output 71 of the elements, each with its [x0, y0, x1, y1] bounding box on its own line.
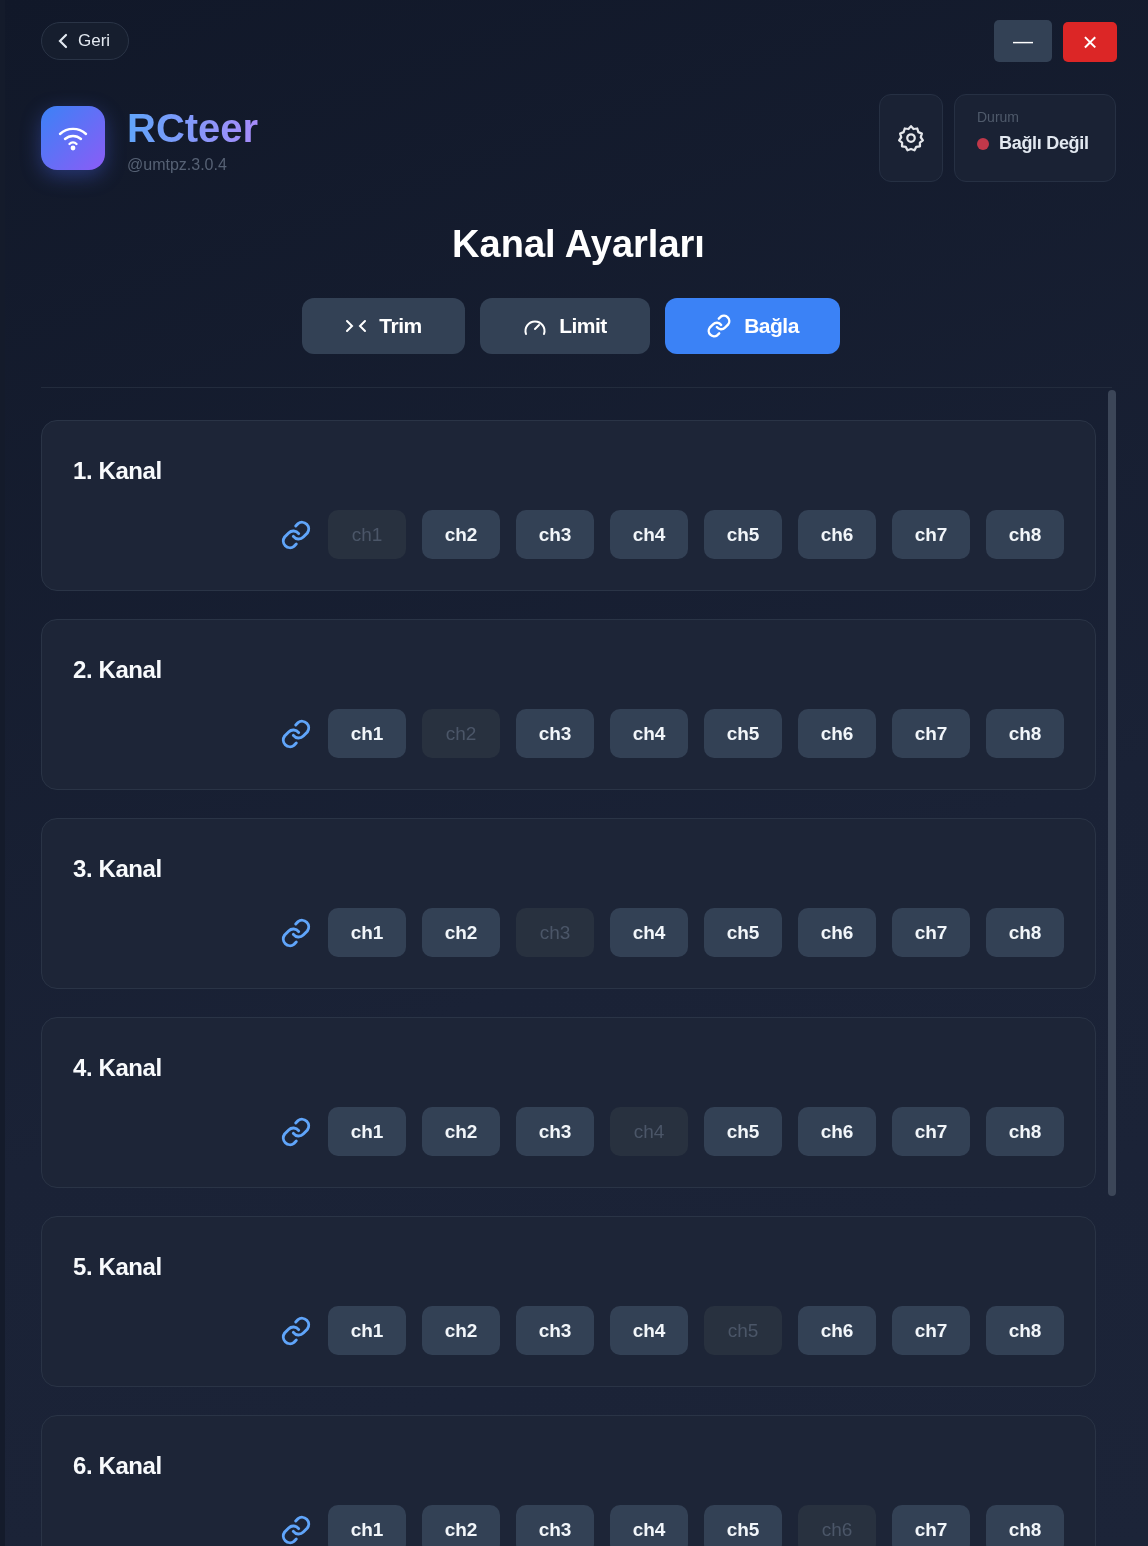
link-icon: [280, 1115, 312, 1148]
channel-chip[interactable]: ch2: [422, 1505, 500, 1546]
link-icon: [706, 313, 733, 339]
arrows-in-icon: [345, 318, 368, 334]
channel-title: 4. Kanal: [73, 1054, 163, 1082]
channel-chip[interactable]: ch8: [986, 709, 1064, 758]
link-icon: [280, 518, 312, 551]
channel-chip[interactable]: ch8: [986, 1306, 1064, 1355]
channel-chip[interactable]: ch5: [704, 1505, 782, 1546]
channel-chip[interactable]: ch2: [422, 1306, 500, 1355]
channel-title: 3. Kanal: [73, 855, 163, 883]
channel-title: 1. Kanal: [73, 457, 163, 485]
channel-chip[interactable]: ch1: [328, 908, 406, 957]
channel-chip[interactable]: ch7: [892, 1107, 970, 1156]
link-icon: [280, 1513, 312, 1546]
link-icon: [280, 1314, 312, 1347]
channel-chip[interactable]: ch4: [610, 510, 688, 559]
channel-title: 6. Kanal: [73, 1452, 163, 1480]
channel-chip[interactable]: ch3: [516, 1505, 594, 1546]
status-label: Durum: [977, 109, 1020, 125]
channel-chip[interactable]: ch3: [516, 1306, 594, 1355]
channel-chip[interactable]: ch8: [986, 1107, 1064, 1156]
channel-chip[interactable]: ch7: [892, 1505, 970, 1546]
link-icon: [280, 717, 312, 750]
channel-chip[interactable]: ch6: [798, 709, 876, 758]
channel-chip[interactable]: ch8: [986, 510, 1064, 559]
channel-chip[interactable]: ch4: [610, 709, 688, 758]
scrollbar-thumb[interactable]: [1108, 390, 1116, 1196]
settings-button[interactable]: [879, 94, 943, 182]
link-icon: [280, 916, 312, 949]
channel-chip[interactable]: ch1: [328, 1306, 406, 1355]
channel-chip[interactable]: ch2: [422, 510, 500, 559]
channel-chip[interactable]: ch4: [610, 1306, 688, 1355]
channel-chip[interactable]: ch5: [704, 709, 782, 758]
app-version: @umtpz.3.0.4: [127, 156, 228, 174]
page-heading: Kanal Ayarları: [451, 222, 706, 267]
wifi-logo-icon: [41, 106, 105, 170]
channel-chip[interactable]: ch1: [328, 709, 406, 758]
channel-chip[interactable]: ch7: [892, 1306, 970, 1355]
mode-tab[interactable]: Trim: [302, 298, 465, 354]
channel-chip[interactable]: ch5: [704, 1107, 782, 1156]
back-button[interactable]: Geri: [41, 22, 130, 60]
chevron-left-icon: [58, 33, 68, 49]
channel-chip[interactable]: ch3: [516, 510, 594, 559]
channel-title: 2. Kanal: [73, 656, 163, 684]
channel-title: 5. Kanal: [73, 1253, 163, 1281]
channel-chip[interactable]: ch7: [892, 510, 970, 559]
mode-tab[interactable]: Limit: [480, 298, 650, 354]
channel-chip[interactable]: ch7: [892, 908, 970, 957]
channel-chip[interactable]: ch3: [516, 1107, 594, 1156]
channel-chip[interactable]: ch8: [986, 908, 1064, 957]
channel-chip[interactable]: ch1: [328, 1505, 406, 1546]
channel-chip[interactable]: ch6: [798, 1306, 876, 1355]
mode-tab[interactable]: Bağla: [665, 298, 840, 354]
channel-chip[interactable]: ch4: [610, 1505, 688, 1546]
channel-chip[interactable]: ch5: [704, 908, 782, 957]
channel-chip[interactable]: ch1: [328, 1107, 406, 1156]
channel-chip[interactable]: ch2: [422, 1107, 500, 1156]
channel-chip[interactable]: ch7: [892, 709, 970, 758]
channel-chip[interactable]: ch5: [704, 510, 782, 559]
channel-chip[interactable]: ch3: [516, 709, 594, 758]
channel-chip[interactable]: ch6: [798, 908, 876, 957]
minimize-button[interactable]: —: [994, 20, 1052, 62]
channel-chip[interactable]: ch6: [798, 1107, 876, 1156]
channel-chip[interactable]: ch8: [986, 1505, 1064, 1546]
settings-icon: [896, 123, 926, 153]
channel-chip[interactable]: ch6: [798, 510, 876, 559]
channel-chip[interactable]: ch4: [610, 908, 688, 957]
close-button[interactable]: ×: [1063, 22, 1117, 62]
status-value: Bağlı Değil: [999, 133, 1089, 154]
channel-chip[interactable]: ch2: [422, 908, 500, 957]
